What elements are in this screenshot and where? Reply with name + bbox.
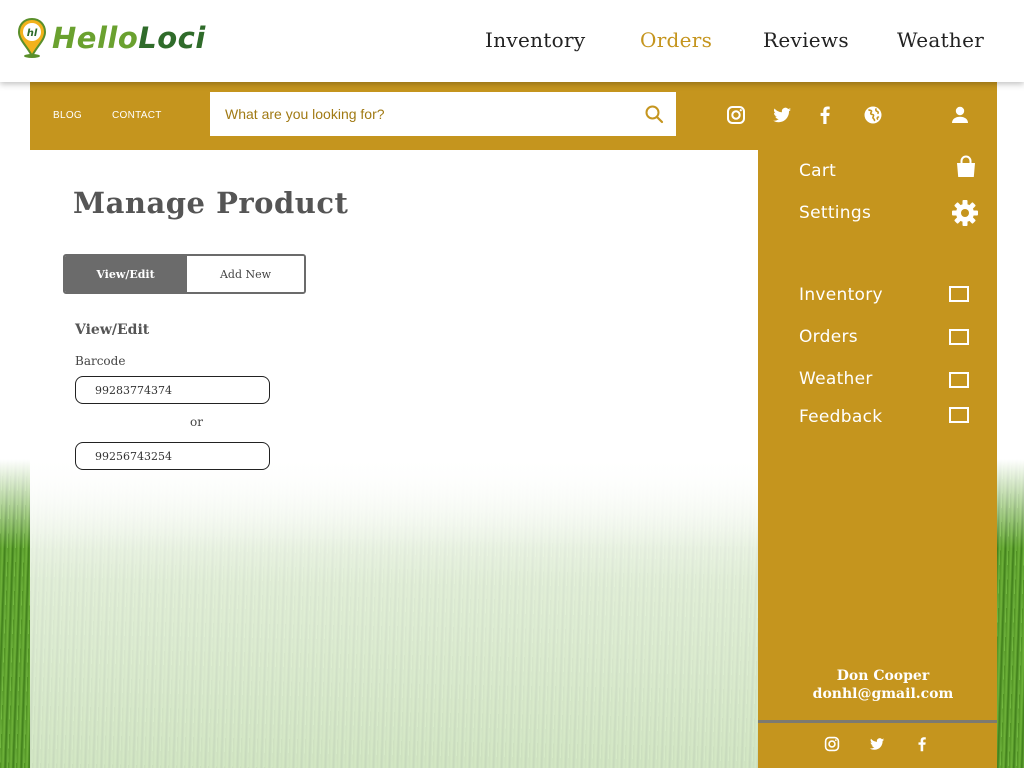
twitter-icon[interactable]	[772, 105, 792, 125]
sidebar-item-inventory[interactable]: Inventory	[799, 285, 883, 305]
nav-orders[interactable]: Orders	[640, 28, 712, 52]
instagram-icon[interactable]	[726, 105, 746, 125]
footer-twitter-icon[interactable]	[869, 736, 885, 752]
globe-icon[interactable]	[863, 105, 883, 125]
sidebar-item-settings[interactable]: Settings	[799, 203, 871, 223]
search-icon[interactable]	[644, 104, 664, 124]
product-tabs: View/Edit Add New	[63, 254, 306, 294]
user-name: Don Cooper	[836, 668, 930, 684]
facebook-icon[interactable]	[815, 105, 835, 125]
main-nav: Inventory Orders Reviews Weather	[0, 28, 1024, 58]
or-separator: or	[190, 415, 203, 429]
barcode-input-2[interactable]	[76, 443, 269, 469]
sidebar: Cart Settings Inventory Orders Weather F…	[758, 150, 997, 768]
nav-inventory[interactable]: Inventory	[485, 28, 585, 52]
nav-weather[interactable]: Weather	[897, 28, 984, 52]
top-navbar: hl HelloLoci Inventory Orders Reviews We…	[0, 0, 1024, 82]
footer-instagram-icon[interactable]	[824, 736, 840, 752]
shopping-bag-icon[interactable]	[955, 155, 977, 179]
section-heading: View/Edit	[75, 322, 150, 338]
sidebar-item-weather[interactable]: Weather	[799, 369, 873, 389]
orders-checkbox[interactable]	[949, 329, 969, 345]
barcode-label: Barcode	[75, 354, 126, 368]
footer-facebook-icon[interactable]	[914, 736, 930, 752]
blog-link[interactable]: BLOG	[53, 110, 82, 121]
tab-add-new[interactable]: Add New	[186, 256, 304, 292]
inventory-checkbox[interactable]	[949, 286, 969, 302]
sidebar-item-orders[interactable]: Orders	[799, 327, 858, 347]
user-icon[interactable]	[950, 105, 970, 125]
contact-link[interactable]: CONTACT	[112, 110, 162, 121]
search-bar	[210, 92, 676, 136]
user-email: donhl@gmail.com	[812, 686, 954, 702]
barcode-field-2	[75, 442, 270, 470]
main-content: Manage Product View/Edit Add New View/Ed…	[30, 150, 758, 768]
tab-view-edit[interactable]: View/Edit	[65, 256, 186, 292]
page-title: Manage Product	[73, 186, 349, 220]
header-bar: BLOG CONTACT	[30, 82, 997, 150]
search-input[interactable]	[210, 92, 630, 136]
barcode-field-1	[75, 376, 270, 404]
weather-checkbox[interactable]	[949, 372, 969, 388]
sidebar-item-cart[interactable]: Cart	[799, 161, 836, 181]
barcode-input-1[interactable]	[76, 377, 269, 403]
sidebar-item-feedback[interactable]: Feedback	[799, 407, 882, 427]
gear-icon[interactable]	[951, 199, 979, 227]
sidebar-divider	[758, 720, 997, 723]
nav-reviews[interactable]: Reviews	[763, 28, 849, 52]
feedback-checkbox[interactable]	[949, 407, 969, 423]
